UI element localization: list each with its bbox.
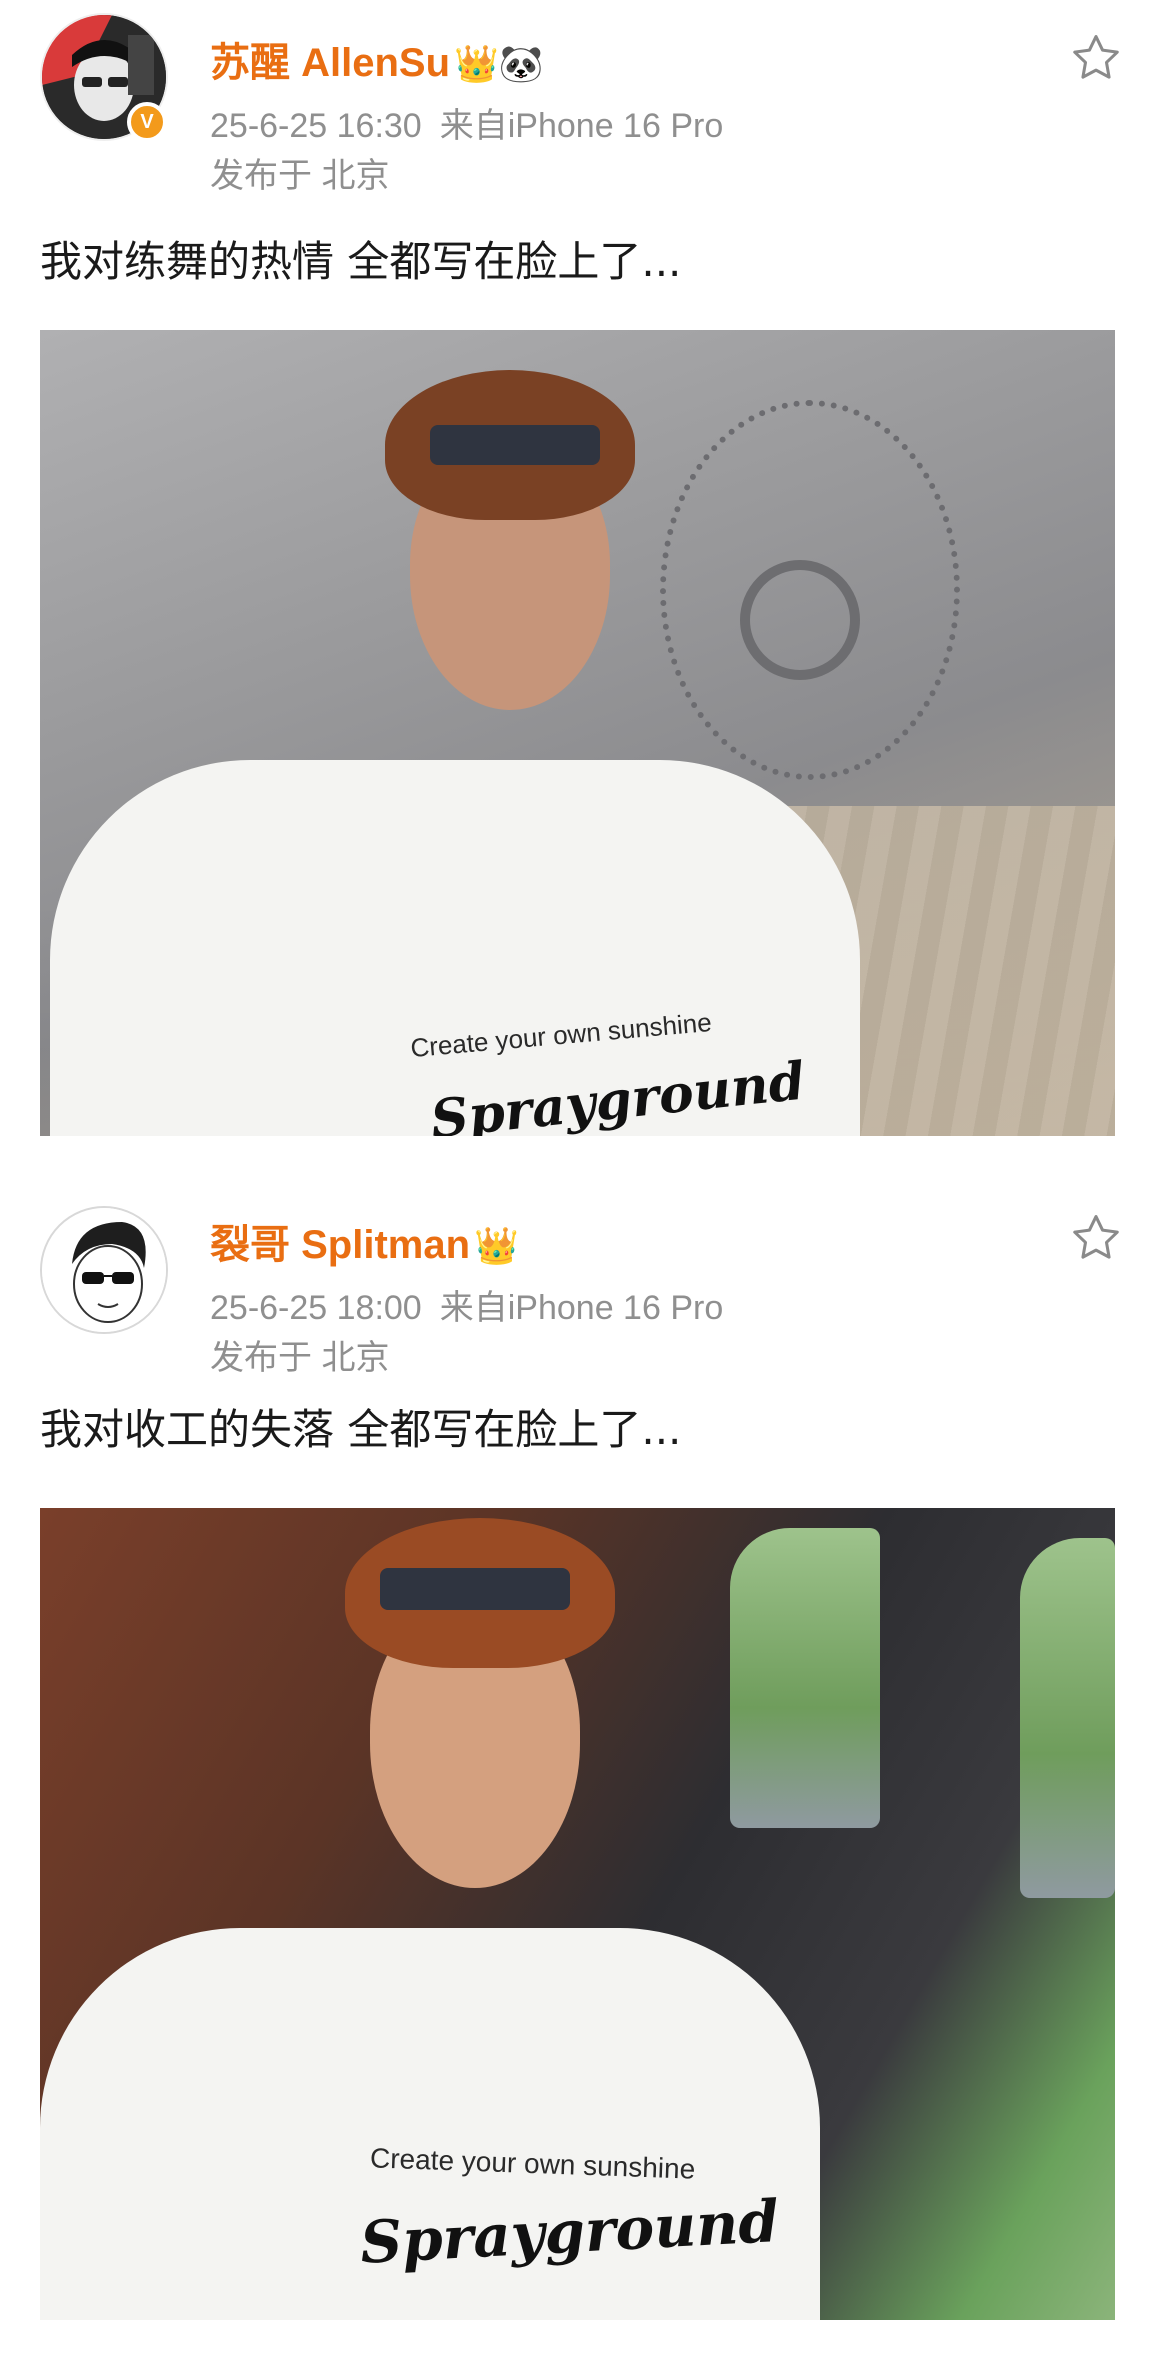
post-time-source: 25-6-25 16:30 来自iPhone 16 Pro <box>210 98 723 147</box>
photo-headband <box>430 425 600 465</box>
photo-headband <box>380 1568 570 1610</box>
post-photo[interactable]: Create your own sunshine Sprayground <box>40 1508 1115 2320</box>
photo-person: Create your own sunshine Sprayground <box>40 1508 860 2320</box>
post-location: 发布于 北京 <box>210 1339 390 1377</box>
username[interactable]: 苏醒 AllenSu 👑🐼 <box>210 30 544 88</box>
photo-person: Create your own sunshine Sprayground <box>40 330 860 1136</box>
crown-panda-badge-icon: 👑🐼 <box>454 43 544 84</box>
post-location: 发布于 北京 <box>210 157 390 195</box>
post-source: 来自iPhone 16 Pro <box>439 1289 724 1327</box>
post-time: 25-6-25 18:00 <box>210 1289 422 1327</box>
weibo-post: V 苏醒 AllenSu 👑🐼 25-6-25 16:30 来自iPhone 16 … <box>0 0 1170 1180</box>
weibo-post: 裂哥 Splitman 👑 25-6-25 18:00 来自iPhone 16 Pr… <box>0 1180 1170 2380</box>
verified-badge: V <box>127 102 167 142</box>
crown-badge-icon: 👑 <box>474 1225 519 1266</box>
post-photo[interactable]: Create your own sunshine Sprayground <box>40 330 1115 1136</box>
post-time-source: 25-6-25 18:00 来自iPhone 16 Pro <box>210 1280 723 1329</box>
favorite-button[interactable] <box>1068 30 1124 86</box>
post-source: 来自iPhone 16 Pro <box>439 107 724 145</box>
post-caption: 我对收工的失落 全都写在脸上了... <box>40 1405 682 1454</box>
post-time: 25-6-25 16:30 <box>210 107 422 145</box>
star-outline-icon <box>1073 1215 1119 1259</box>
avatar-cartoon-icon <box>42 1208 166 1332</box>
user-avatar[interactable] <box>40 1206 168 1334</box>
star-outline-icon <box>1073 35 1119 79</box>
favorite-button[interactable] <box>1068 1210 1124 1266</box>
username-text[interactable]: 裂哥 Splitman <box>210 1223 470 1267</box>
username-text[interactable]: 苏醒 AllenSu <box>210 41 450 85</box>
username[interactable]: 裂哥 Splitman 👑 <box>210 1212 519 1270</box>
post-caption: 我对练舞的热情 全都写在脸上了... <box>40 237 682 286</box>
photo-car-window <box>1020 1538 1115 1898</box>
